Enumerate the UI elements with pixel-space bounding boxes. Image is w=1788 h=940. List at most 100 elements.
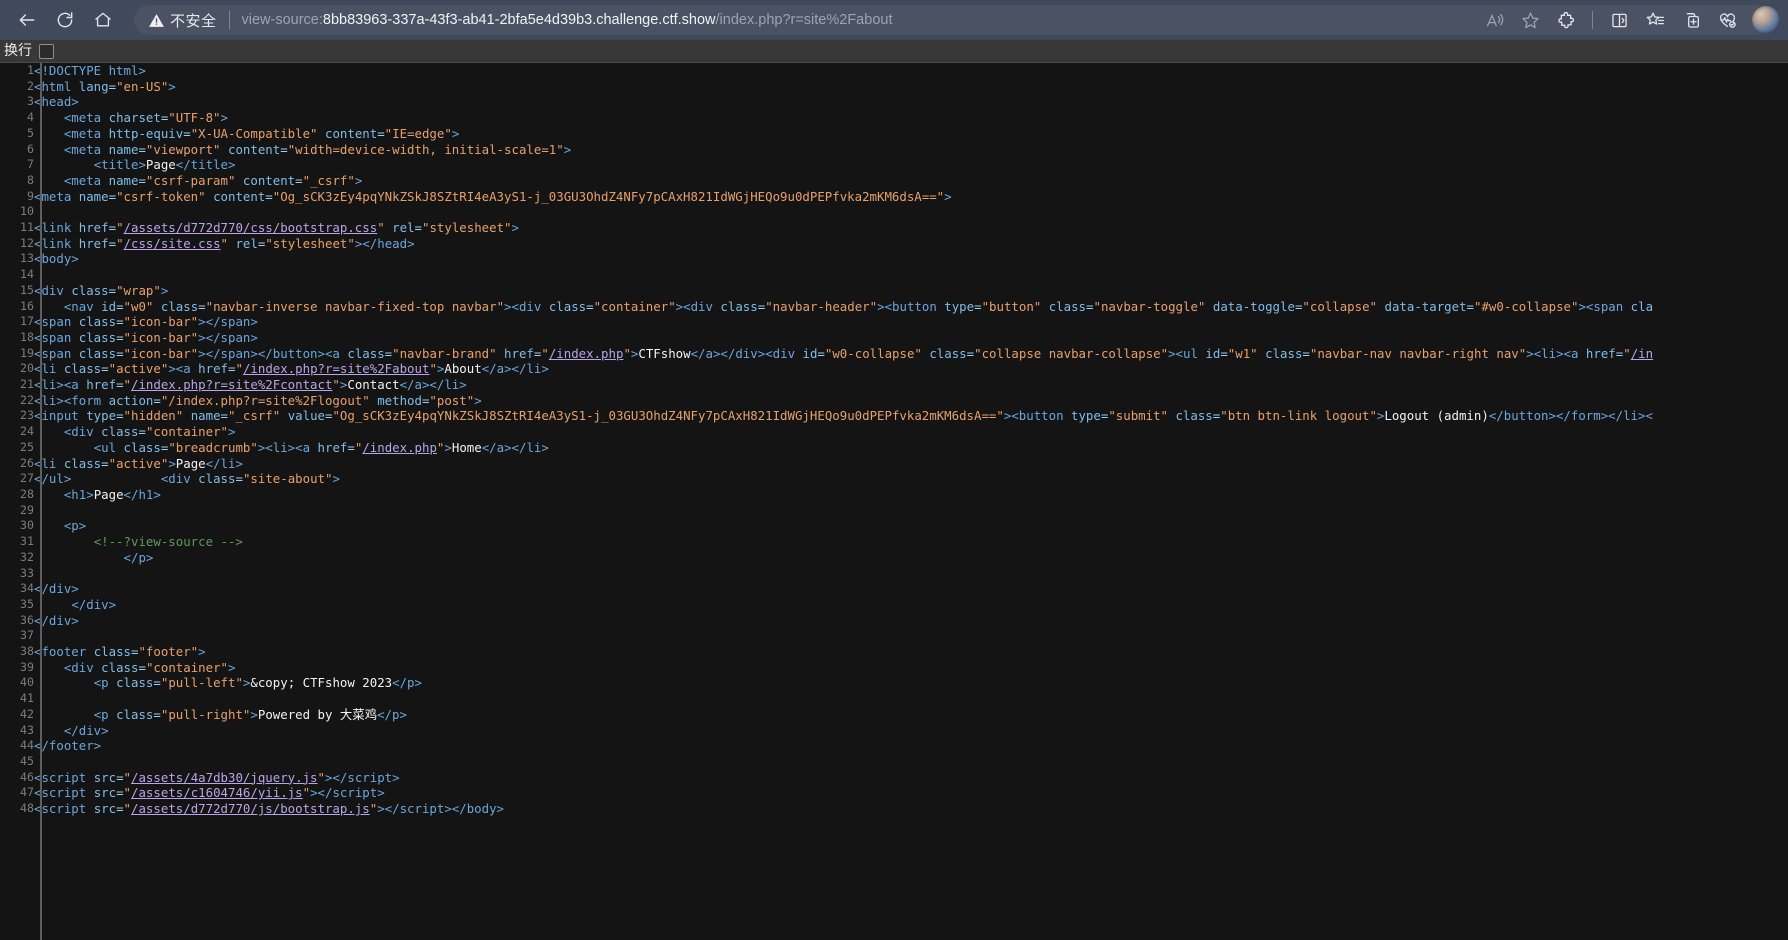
reload-button[interactable]	[48, 3, 82, 37]
line-number: 19	[20, 345, 34, 360]
line-content: </ul> <div class="site-about">	[34, 471, 340, 487]
line-content: <meta charset="UTF-8">	[63, 110, 228, 126]
line-content: <footer class="footer">	[34, 644, 206, 660]
favorite-star-icon[interactable]	[1513, 3, 1547, 37]
line-number: 28	[20, 486, 34, 501]
url-path: /index.php?r=site%2Fabout	[715, 12, 893, 28]
code-line: 9 <meta name="csrf-token" content="Og_sCK…	[0, 189, 1788, 205]
url-host: 8bb83963-337a-43f3-ab41-2bfa5e4d39b3.cha…	[322, 12, 716, 28]
code-line: 48 <script src="/assets/d772d770/js/boots…	[0, 801, 1788, 817]
toolbar-divider	[1592, 11, 1593, 29]
code-line: 31 <!--?view-source -->	[0, 534, 1788, 550]
line-content: <script src="/assets/4a7db30/jquery.js">…	[34, 769, 400, 785]
line-content	[34, 628, 1788, 644]
line-content: <span class="icon-bar"></span>	[34, 329, 258, 345]
profile-avatar[interactable]	[1752, 6, 1780, 34]
line-content: <meta http-equiv="X-UA-Compatible" conte…	[63, 125, 460, 141]
line-number: 9	[27, 188, 34, 203]
line-content: <!--?view-source -->	[93, 534, 243, 550]
source-code-view: 1 <!DOCTYPE html> 2 <html lang="en-US"> 3 <he…	[0, 62, 1788, 940]
line-content	[34, 503, 1788, 519]
viewsource-wrap-bar: 换行	[0, 40, 1788, 62]
code-line: 39 <div class="container">	[0, 660, 1788, 676]
code-line: 20 <li class="active"><a href="/index.php…	[0, 361, 1788, 377]
line-number: 39	[20, 659, 34, 674]
line-number: 17	[20, 314, 34, 329]
add-tab-icon[interactable]	[1674, 3, 1708, 37]
line-number: 31	[20, 534, 34, 549]
code-line: 29	[0, 503, 1788, 519]
extensions-icon[interactable]	[1549, 3, 1583, 37]
code-line: 14	[0, 267, 1788, 283]
line-content: <head>	[34, 94, 79, 110]
line-number: 35	[20, 596, 34, 611]
line-number: 46	[20, 769, 34, 784]
line-content: <li><form action="/index.php?r=site%2Flo…	[34, 392, 482, 408]
line-number: 48	[20, 801, 34, 816]
code-line: 33	[0, 566, 1788, 582]
line-number: 10	[20, 204, 34, 219]
code-line: 15 <div class="wrap">	[0, 283, 1788, 299]
code-line: 26 <li class="active">Page</li>	[0, 456, 1788, 472]
line-content: <li><a href="/index.php?r=site%2Fcontact…	[34, 377, 467, 393]
code-line: 1 <!DOCTYPE html>	[0, 63, 1788, 79]
line-number: 41	[20, 691, 34, 706]
line-number: 14	[20, 267, 34, 282]
back-button[interactable]	[10, 3, 44, 37]
wrap-checkbox[interactable]	[39, 43, 54, 59]
line-content: <input type="hidden" name="_csrf" value=…	[34, 408, 1653, 424]
code-line: 22 <li><form action="/index.php?r=site%2F…	[0, 393, 1788, 409]
browser-toolbar: 不安全 view-source:8bb83963-337a-43f3-ab41-…	[0, 0, 1788, 40]
line-number: 32	[20, 549, 34, 564]
line-content: <p class="pull-right">Powered by 大菜鸡</p>	[93, 706, 407, 722]
browser-essentials-icon[interactable]	[1710, 3, 1744, 37]
read-aloud-icon[interactable]	[1477, 3, 1511, 37]
code-line: 38 <footer class="footer">	[0, 644, 1788, 660]
code-line: 46 <script src="/assets/4a7db30/jquery.js…	[0, 770, 1788, 786]
toolbar-actions	[1477, 0, 1780, 40]
line-content: <script src="/assets/d772d770/js/bootstr…	[34, 801, 505, 817]
code-line: 25 <ul class="breadcrumb"><li><a href="/…	[0, 440, 1788, 456]
code-line: 30 <p>	[0, 518, 1788, 534]
line-number: 24	[20, 424, 34, 439]
line-number: 29	[20, 502, 34, 517]
line-content: </div>	[34, 581, 79, 597]
code-line: 16 <nav id="w0" class="navbar-inverse na…	[0, 299, 1788, 315]
line-content: </p>	[123, 549, 154, 565]
line-content: </footer>	[34, 738, 102, 754]
code-line: 10	[0, 204, 1788, 220]
line-number: 15	[20, 282, 34, 297]
split-screen-icon[interactable]	[1602, 3, 1636, 37]
line-number: 22	[20, 392, 34, 407]
line-number: 1	[27, 63, 34, 77]
code-line: 42 <p class="pull-right">Powered by 大菜鸡<…	[0, 707, 1788, 723]
code-line: 7 <title>Page</title>	[0, 157, 1788, 173]
line-content: <ul class="breadcrumb"><li><a href="/ind…	[93, 439, 549, 455]
line-content: <link href="/css/site.css" rel="styleshe…	[34, 235, 415, 251]
code-line: 32 </p>	[0, 550, 1788, 566]
line-content: <link href="/assets/d772d770/css/bootstr…	[34, 220, 519, 236]
line-number: 44	[20, 738, 34, 753]
line-number: 18	[20, 329, 34, 344]
line-number: 37	[20, 628, 34, 643]
line-number: 43	[20, 722, 34, 737]
home-button[interactable]	[86, 3, 120, 37]
line-content: <h1>Page</h1>	[63, 486, 161, 502]
security-status[interactable]: 不安全	[148, 10, 217, 31]
code-line: 18 <span class="icon-bar"></span>	[0, 330, 1788, 346]
line-content: <meta name="viewport" content="width=dev…	[63, 141, 572, 157]
line-number: 5	[27, 125, 34, 140]
line-content	[34, 204, 1788, 220]
wrap-label: 换行	[4, 43, 32, 59]
collections-icon[interactable]	[1638, 3, 1672, 37]
code-line: 45	[0, 754, 1788, 770]
code-line: 34 </div>	[0, 581, 1788, 597]
line-number: 3	[27, 94, 34, 109]
line-content: <html lang="en-US">	[34, 78, 176, 94]
line-content: <span class="icon-bar"></span>	[34, 314, 258, 330]
line-number: 6	[27, 141, 34, 156]
line-number: 45	[20, 753, 34, 768]
code-line: 37	[0, 628, 1788, 644]
line-number: 23	[20, 408, 34, 423]
line-content: <li class="active">Page</li>	[34, 455, 243, 471]
